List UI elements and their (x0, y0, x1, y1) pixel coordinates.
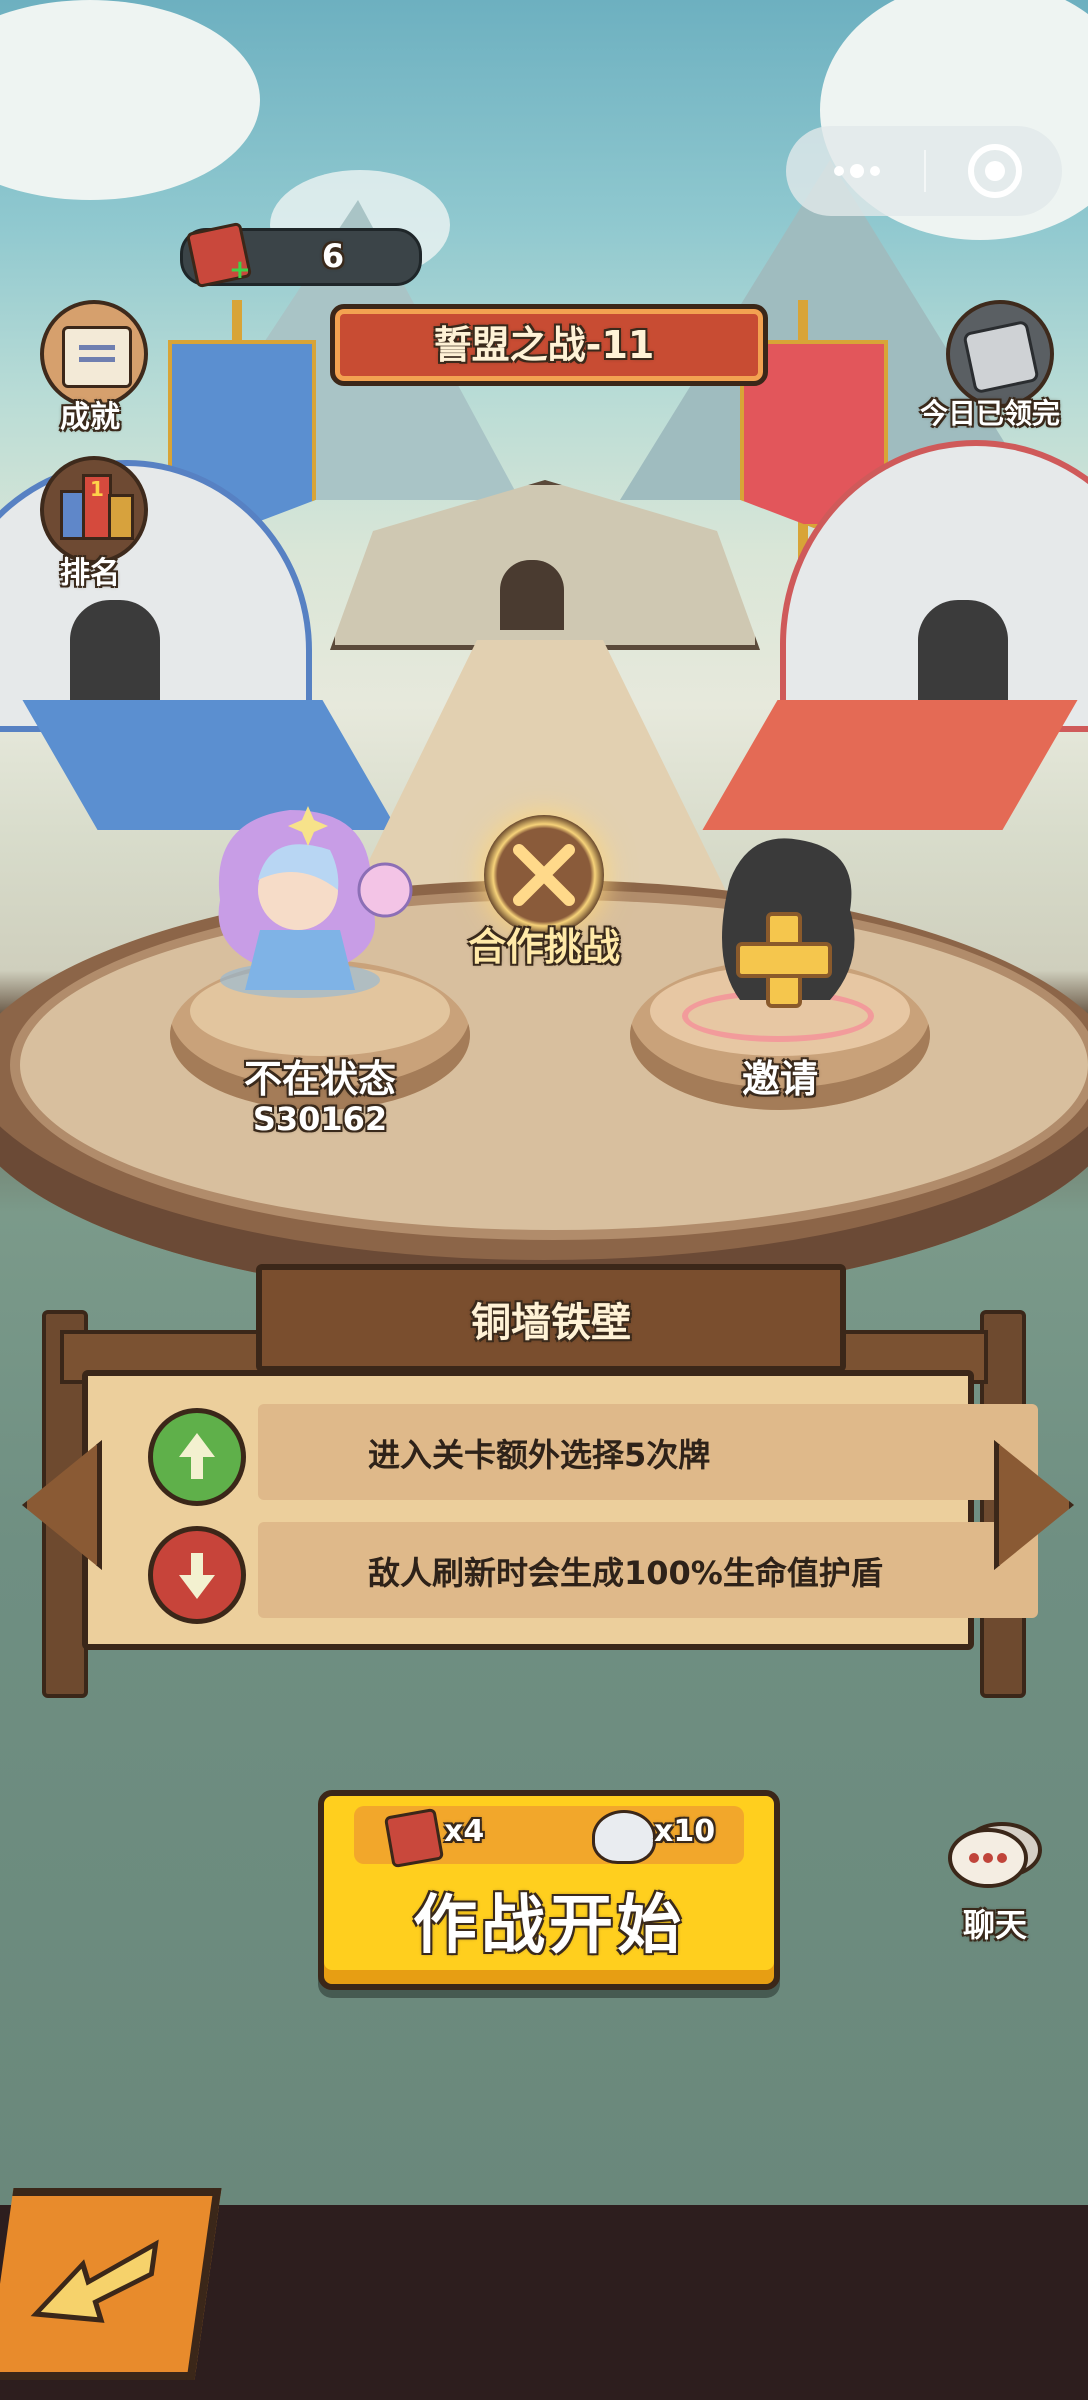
debuff-row: 敌人刷新时会生成100%生命值护盾 (258, 1522, 1038, 1618)
coop-challenge-label: 合作挑战 (467, 925, 620, 969)
buff-text: 进入关卡额外选择5次牌 (368, 1436, 711, 1474)
cost-bar: x4 x10 (354, 1806, 744, 1869)
ranking-label: 排名 (60, 556, 120, 591)
start-battle-button[interactable]: x4 x10 作战开始 (318, 1790, 780, 1990)
modifier-title-board: 铜墙铁壁 (256, 1264, 846, 1372)
back-arrow-icon (30, 2239, 159, 2323)
invite-button[interactable] (736, 912, 832, 1008)
ticket-counter[interactable]: + 6 (180, 221, 422, 289)
player-server-id: S30162 (252, 1100, 388, 1138)
achievements-label: 成就 (60, 400, 120, 435)
more-options-button[interactable] (826, 156, 886, 186)
mini-program-capsule (786, 126, 1062, 216)
red-carpet (702, 700, 1078, 830)
stage-title: 誓盟之战-11 (433, 323, 655, 367)
chat-label: 聊天 (962, 1906, 1027, 1944)
chat-button[interactable] (944, 1818, 1044, 1898)
hero-character[interactable] (180, 780, 420, 1020)
buff-arrow-up-icon (148, 1408, 246, 1506)
rice-bowl-icon (592, 1810, 656, 1864)
ranking-badge: 1 (90, 477, 104, 501)
cloud (0, 0, 260, 200)
start-battle-label: 作战开始 (413, 1889, 685, 1963)
rice-cost: x10 (654, 1814, 716, 1849)
modifier-parchment: 进入关卡额外选择5次牌 敌人刷新时会生成100%生命值护盾 (82, 1370, 1038, 1650)
add-ticket-icon[interactable]: + (229, 257, 251, 283)
player-status: 不在状态 (243, 1057, 396, 1101)
back-button[interactable] (0, 2188, 222, 2380)
tent-door (70, 600, 160, 705)
ticket-count: 6 (321, 237, 345, 275)
stage-title-banner: 誓盟之战-11 (330, 300, 768, 386)
close-mini-program-button[interactable] (968, 144, 1022, 198)
chat-bubble-icon (948, 1822, 1042, 1888)
ticket-cost: x4 (444, 1814, 485, 1849)
daily-reward-label: 今日已领完 (919, 397, 1060, 430)
buff-row: 进入关卡额外选择5次牌 (258, 1404, 1038, 1500)
daily-reward-icon (962, 319, 1040, 395)
ticket-icon (383, 1807, 445, 1869)
gate-door (500, 560, 564, 630)
scroll-icon (62, 326, 132, 388)
tent-door (918, 600, 1008, 710)
debuff-text: 敌人刷新时会生成100%生命值护盾 (368, 1554, 883, 1592)
modifier-title: 铜墙铁壁 (471, 1300, 631, 1346)
debuff-arrow-down-icon (148, 1526, 246, 1624)
invite-label: 邀请 (741, 1057, 818, 1101)
